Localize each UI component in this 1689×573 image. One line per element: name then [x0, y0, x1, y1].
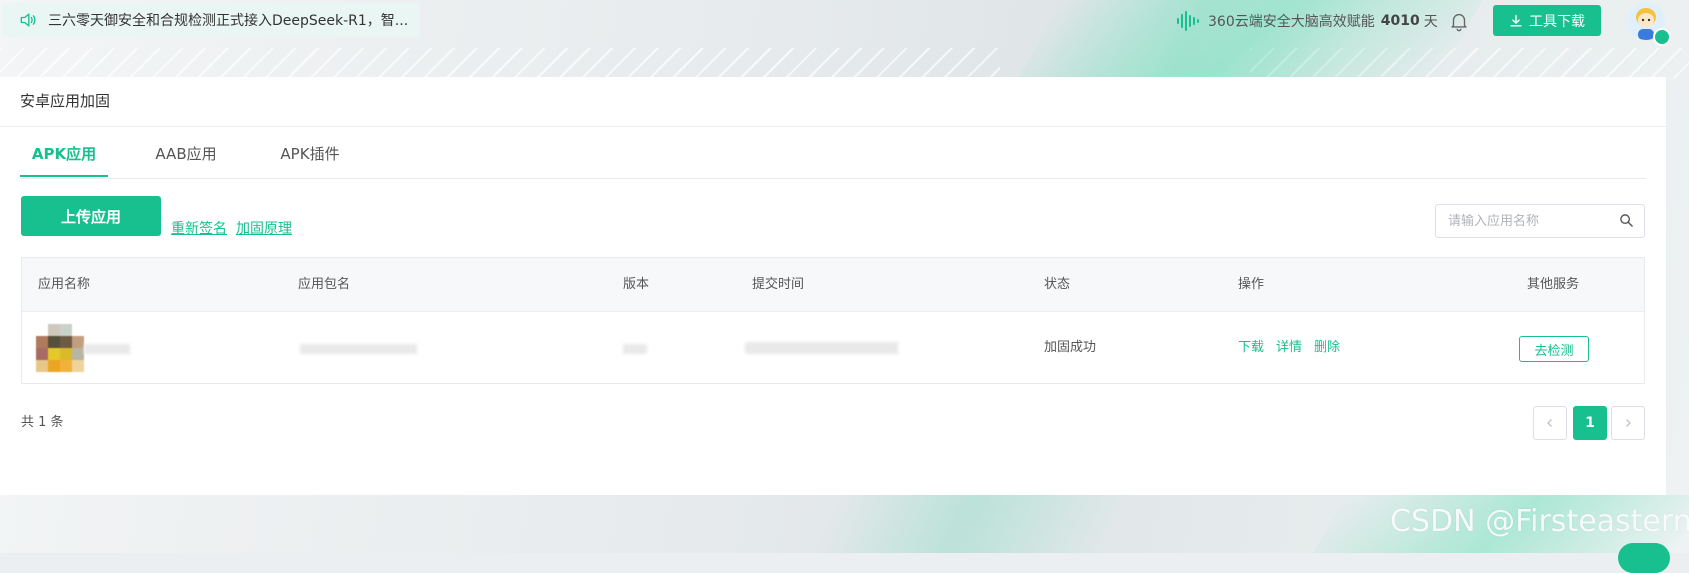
bell-icon[interactable] — [1448, 10, 1470, 32]
details-action[interactable]: 详情 — [1276, 312, 1302, 383]
vip-badge-icon — [1653, 28, 1671, 46]
col-other-services: 其他服务 — [1527, 277, 1580, 292]
search-icon[interactable] — [1619, 213, 1634, 228]
table-row: 加固成功 下载 详情 删除 去检测 — [22, 312, 1644, 383]
download-icon — [1510, 14, 1522, 27]
app-icon — [36, 324, 84, 372]
submit-time-redacted — [745, 342, 898, 354]
chevron-right-icon — [1626, 419, 1631, 427]
security-brain-info: 360云端安全大脑高效赋能 4010 天 — [1176, 8, 1438, 34]
app-name-redacted — [84, 344, 130, 354]
hardening-principle-link[interactable]: 加固原理 — [236, 218, 292, 238]
col-status: 状态 — [1044, 277, 1071, 292]
delete-action[interactable]: 删除 — [1314, 312, 1340, 383]
col-actions: 操作 — [1238, 277, 1265, 292]
download-action[interactable]: 下载 — [1238, 312, 1264, 383]
resign-link[interactable]: 重新签名 — [171, 218, 227, 238]
go-detect-button[interactable]: 去检测 — [1519, 336, 1589, 362]
floating-action-button[interactable] — [1618, 543, 1670, 573]
announcement-text: 三六零天御安全和合规检测正式接入DeepSeek-R1，智... — [48, 13, 409, 29]
tool-download-label: 工具下载 — [1529, 12, 1585, 29]
tool-download-button[interactable]: 工具下载 — [1493, 5, 1601, 36]
tab-bar: APK应用 AAB应用 APK插件 — [20, 127, 1646, 179]
version-redacted — [623, 344, 647, 354]
search-input[interactable] — [1446, 205, 1610, 237]
upload-app-button[interactable]: 上传应用 — [21, 196, 161, 236]
brain-days: 4010 — [1380, 13, 1420, 29]
table-header: 应用名称 应用包名 版本 提交时间 状态 操作 其他服务 — [22, 258, 1644, 312]
col-app-name: 应用名称 — [38, 277, 91, 292]
page-button-current[interactable]: 1 — [1573, 406, 1607, 440]
brain-text: 360云端安全大脑高效赋能 — [1208, 14, 1375, 30]
status-badge: 加固成功 — [1044, 340, 1097, 355]
total-count: 共 1 条 — [21, 415, 64, 430]
search-box — [1435, 204, 1645, 238]
background-stripes — [0, 48, 1000, 78]
announcement-bar[interactable]: 三六零天御安全和合规检测正式接入DeepSeek-R1，智... — [2, 3, 420, 37]
col-version: 版本 — [623, 277, 650, 292]
col-submit-time: 提交时间 — [752, 277, 805, 292]
col-package-name: 应用包名 — [298, 277, 351, 292]
next-page-button[interactable] — [1611, 406, 1645, 440]
main-card: 安卓应用加固 APK应用 AAB应用 APK插件 上传应用 重新签名 加固原理 … — [0, 77, 1666, 495]
prev-page-button[interactable] — [1533, 406, 1567, 440]
tab-aab[interactable]: AAB应用 — [142, 127, 230, 177]
brain-unit: 天 — [1423, 14, 1438, 30]
chevron-left-icon — [1547, 419, 1552, 427]
tab-apk-plugin[interactable]: APK插件 — [260, 127, 360, 177]
apps-table: 应用名称 应用包名 版本 提交时间 状态 操作 其他服务 加固成功 下载 详情 … — [21, 257, 1645, 384]
package-name-redacted — [300, 344, 417, 354]
soundwave-icon — [1177, 11, 1199, 31]
tab-apk[interactable]: APK应用 — [20, 127, 108, 177]
watermark: CSDN @Firsteastern — [1390, 504, 1689, 539]
page-title: 安卓应用加固 — [20, 92, 111, 110]
speaker-icon — [20, 13, 36, 27]
